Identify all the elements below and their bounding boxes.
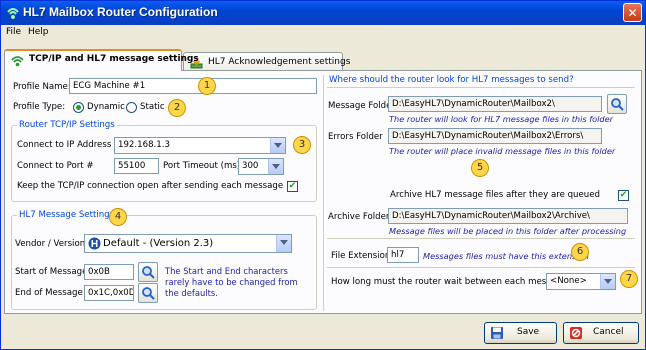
message-folder-hint: The router will look for HL7 message fil… bbox=[389, 114, 614, 124]
ip-address-select[interactable]: 192.168.1.3 bbox=[114, 137, 286, 154]
archive-folder-hint: Message files will be placed in this fol… bbox=[389, 226, 627, 236]
group-title: HL7 Message Settings bbox=[17, 210, 117, 220]
errors-folder-input[interactable]: D:\EasyHL7\DynamicRouter\Mailbox2\Errors… bbox=[388, 128, 602, 144]
port-timeout-select[interactable]: 300 bbox=[238, 158, 284, 175]
menu-bar: File Help bbox=[1, 25, 645, 41]
profile-type-label: Profile Type: bbox=[13, 102, 66, 112]
vendor-version-value: Default - (Version 2.3) bbox=[103, 238, 214, 249]
tab-label: HL7 Acknowledgement settings bbox=[208, 57, 351, 67]
dynamic-radio[interactable] bbox=[73, 102, 84, 113]
title-bar: HL7 Mailbox Router Configuration ✕ bbox=[1, 1, 645, 25]
port-timeout-value: 300 bbox=[242, 161, 259, 171]
tab-label: TCP/IP and HL7 message settings bbox=[29, 54, 199, 64]
cancel-button[interactable]: Cancel bbox=[563, 322, 639, 344]
keep-open-checkbox[interactable]: ✔ bbox=[287, 181, 298, 192]
profile-name-input[interactable]: ECG Machine #1 bbox=[69, 78, 317, 94]
menu-file[interactable]: File bbox=[6, 27, 21, 37]
vendor-version-label: Vendor / Version bbox=[15, 239, 86, 249]
window-title: HL7 Mailbox Router Configuration bbox=[23, 5, 218, 19]
port-timeout-label: Port Timeout (ms) bbox=[163, 161, 241, 171]
column-divider bbox=[323, 75, 324, 311]
wait-between-select[interactable]: <None> bbox=[546, 273, 616, 290]
network-icon bbox=[7, 8, 19, 19]
vendor-version-select[interactable]: Default - (Version 2.3) bbox=[84, 234, 292, 253]
callout-3: 3 bbox=[293, 136, 311, 154]
separator bbox=[327, 87, 635, 88]
keep-open-label: Keep the TCP/IP connection open after se… bbox=[17, 181, 284, 191]
chevron-down-icon[interactable] bbox=[276, 235, 291, 252]
end-of-message-input[interactable]: 0x1C,0x0D bbox=[84, 285, 134, 301]
floppy-disk-icon bbox=[491, 327, 503, 339]
start-of-message-label: Start of Message bbox=[15, 267, 88, 277]
start-lookup-button[interactable] bbox=[138, 262, 158, 282]
start-of-message-input[interactable]: 0x0B bbox=[84, 264, 134, 280]
end-of-message-label: End of Message bbox=[15, 288, 83, 298]
magnifier-icon bbox=[142, 287, 155, 300]
ip-address-label: Connect to IP Address bbox=[17, 140, 112, 150]
file-extension-hint: Messages files must have this extension bbox=[423, 251, 589, 261]
message-folder-label: Message Folder bbox=[328, 101, 395, 111]
archive-check-label: Archive HL7 message files after they are… bbox=[390, 190, 600, 200]
magnifier-icon bbox=[142, 266, 155, 279]
wait-between-label: How long must the router wait between ea… bbox=[331, 277, 567, 287]
main-window: HL7 Mailbox Router Configuration ✕ File … bbox=[0, 0, 646, 350]
close-button[interactable]: ✕ bbox=[623, 3, 642, 22]
static-radio-label: Static bbox=[140, 102, 165, 112]
tab-acknowledgement-settings[interactable]: HL7 Acknowledgement settings bbox=[183, 52, 350, 71]
cancel-label: Cancel bbox=[593, 327, 624, 337]
chevron-down-icon[interactable] bbox=[270, 138, 285, 153]
separator bbox=[327, 238, 635, 239]
save-button[interactable]: Save bbox=[484, 322, 557, 344]
callout-4: 4 bbox=[109, 208, 127, 226]
cancel-icon bbox=[570, 327, 582, 339]
settings-panel: Profile Name: ECG Machine #1 1 Profile T… bbox=[4, 70, 642, 314]
errors-folder-label: Errors Folder bbox=[328, 132, 383, 142]
file-extension-input[interactable]: hl7 bbox=[387, 247, 419, 263]
group-title: Router TCP/IP Settings bbox=[17, 120, 117, 130]
port-input[interactable]: 55100 bbox=[114, 158, 159, 174]
archive-folder-label: Archive Folder bbox=[328, 212, 390, 222]
wait-between-value: <None> bbox=[550, 276, 587, 286]
save-label: Save bbox=[517, 327, 540, 337]
end-lookup-button[interactable] bbox=[138, 283, 158, 303]
start-end-hint: The Start and End characters rarely have… bbox=[165, 266, 298, 298]
port-label: Connect to Port # bbox=[17, 161, 94, 171]
callout-7: 7 bbox=[620, 270, 638, 288]
tab-tcpip-settings[interactable]: TCP/IP and HL7 message settings bbox=[4, 49, 199, 71]
network-icon bbox=[11, 56, 24, 67]
browse-message-folder-button[interactable] bbox=[607, 94, 627, 114]
archive-checkbox[interactable]: ✔ bbox=[618, 190, 629, 201]
callout-1: 1 bbox=[198, 77, 216, 95]
separator bbox=[327, 267, 635, 268]
chevron-down-icon[interactable] bbox=[268, 159, 283, 174]
archive-folder-input[interactable]: D:\EasyHL7\DynamicRouter\Mailbox2\Archiv… bbox=[388, 208, 628, 224]
message-folder-input[interactable]: D:\EasyHL7\DynamicRouter\Mailbox2\ bbox=[388, 96, 602, 112]
callout-6: 6 bbox=[571, 243, 589, 261]
hl7-logo-icon bbox=[88, 237, 101, 250]
dynamic-radio-label: Dynamic bbox=[87, 102, 125, 112]
chevron-down-icon[interactable] bbox=[600, 274, 615, 289]
folders-group-title: Where should the router look for HL7 mes… bbox=[327, 75, 576, 85]
callout-2: 2 bbox=[168, 99, 186, 117]
static-radio[interactable] bbox=[126, 102, 137, 113]
file-extension-label: File Extension bbox=[331, 251, 391, 261]
callout-5: 5 bbox=[471, 159, 489, 177]
errors-folder-hint: The router will place invalid message fi… bbox=[389, 146, 616, 156]
ip-address-value: 192.168.1.3 bbox=[118, 140, 170, 150]
magnifier-icon bbox=[611, 98, 624, 111]
profile-name-label: Profile Name: bbox=[13, 82, 71, 92]
menu-help[interactable]: Help bbox=[28, 27, 49, 37]
